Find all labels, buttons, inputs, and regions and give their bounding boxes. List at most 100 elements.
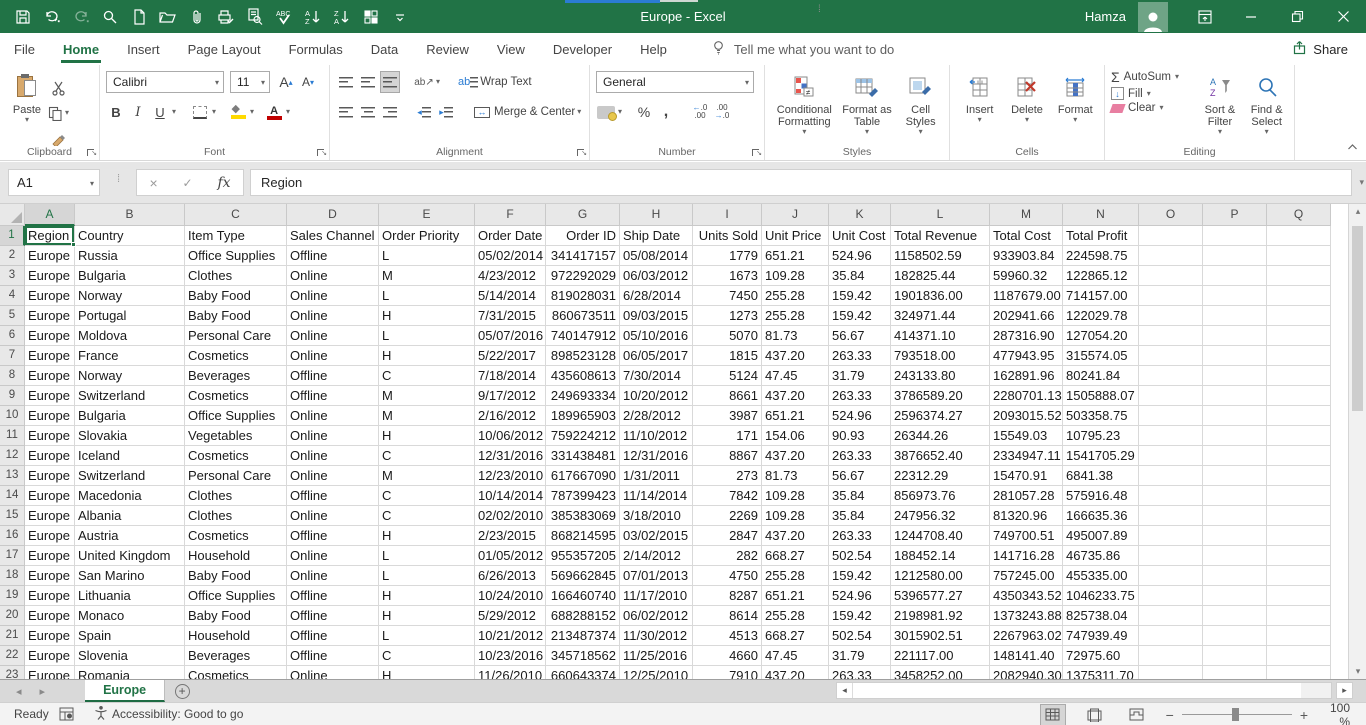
cell-P6[interactable] xyxy=(1203,326,1267,346)
cell-G14[interactable]: 787399423 xyxy=(546,486,620,506)
row-header-17[interactable]: 17 xyxy=(0,546,25,566)
cell-D22[interactable]: Offline xyxy=(287,646,379,666)
column-header-O[interactable]: O xyxy=(1139,204,1203,226)
wrap-text-icon[interactable]: ab xyxy=(458,71,478,93)
cell-H3[interactable]: 06/03/2012 xyxy=(620,266,693,286)
row-header-11[interactable]: 11 xyxy=(0,426,25,446)
cell-G9[interactable]: 249693334 xyxy=(546,386,620,406)
cell-Q10[interactable] xyxy=(1267,406,1331,426)
cell-B4[interactable]: Norway xyxy=(75,286,185,306)
cell-N8[interactable]: 80241.84 xyxy=(1063,366,1139,386)
cell-F15[interactable]: 02/02/2010 xyxy=(475,506,546,526)
cell-D20[interactable]: Offline xyxy=(287,606,379,626)
accessibility-status[interactable]: Accessibility: Good to go xyxy=(94,705,243,723)
top-align-button[interactable] xyxy=(336,71,356,93)
cell-P21[interactable] xyxy=(1203,626,1267,646)
number-format-select[interactable]: General▾ xyxy=(596,71,754,93)
cell-E11[interactable]: H xyxy=(379,426,475,446)
cell-Q19[interactable] xyxy=(1267,586,1331,606)
cell-D19[interactable]: Offline xyxy=(287,586,379,606)
cell-D10[interactable]: Online xyxy=(287,406,379,426)
search-icon[interactable] xyxy=(95,0,124,33)
comma-style-button[interactable]: , xyxy=(656,101,676,123)
cell-L16[interactable]: 1244708.40 xyxy=(891,526,990,546)
cell-B6[interactable]: Moldova xyxy=(75,326,185,346)
cell-E9[interactable]: M xyxy=(379,386,475,406)
cell-D2[interactable]: Offline xyxy=(287,246,379,266)
cell-P19[interactable] xyxy=(1203,586,1267,606)
font-color-caret[interactable]: ▾ xyxy=(286,108,290,116)
zoom-slider-thumb[interactable] xyxy=(1232,708,1239,721)
macro-record-icon[interactable] xyxy=(52,703,80,725)
middle-align-button[interactable] xyxy=(358,71,378,93)
row-header-15[interactable]: 15 xyxy=(0,506,25,526)
cell-I17[interactable]: 282 xyxy=(693,546,762,566)
cell-K16[interactable]: 263.33 xyxy=(829,526,891,546)
zoom-out-button[interactable]: − xyxy=(1166,707,1174,723)
cell-B16[interactable]: Austria xyxy=(75,526,185,546)
cell-A4[interactable]: Europe xyxy=(25,286,75,306)
row-header-16[interactable]: 16 xyxy=(0,526,25,546)
bold-button[interactable]: B xyxy=(106,101,126,123)
column-header-D[interactable]: D xyxy=(287,204,379,226)
cell-F23[interactable]: 11/26/2010 xyxy=(475,666,546,679)
tab-formulas[interactable]: Formulas xyxy=(275,33,357,65)
cell-P10[interactable] xyxy=(1203,406,1267,426)
cell-F1[interactable]: Order Date xyxy=(475,226,546,246)
cell-J16[interactable]: 437.20 xyxy=(762,526,829,546)
cell-K15[interactable]: 35.84 xyxy=(829,506,891,526)
cell-F12[interactable]: 12/31/2016 xyxy=(475,446,546,466)
row-header-23[interactable]: 23 xyxy=(0,666,25,679)
format-cells-button[interactable]: Format▾ xyxy=(1051,69,1099,124)
cell-J2[interactable]: 651.21 xyxy=(762,246,829,266)
wrap-text-label[interactable]: Wrap Text xyxy=(480,76,531,88)
cell-I3[interactable]: 1673 xyxy=(693,266,762,286)
cell-N10[interactable]: 503358.75 xyxy=(1063,406,1139,426)
cell-B23[interactable]: Romania xyxy=(75,666,185,679)
cell-O23[interactable] xyxy=(1139,666,1203,679)
cell-B1[interactable]: Country xyxy=(75,226,185,246)
cell-I18[interactable]: 4750 xyxy=(693,566,762,586)
percent-style-button[interactable]: % xyxy=(634,101,654,123)
cell-P1[interactable] xyxy=(1203,226,1267,246)
cell-styles-button[interactable]: Cell Styles▾ xyxy=(898,69,944,136)
cell-I21[interactable]: 4513 xyxy=(693,626,762,646)
cell-K13[interactable]: 56.67 xyxy=(829,466,891,486)
row-header-20[interactable]: 20 xyxy=(0,606,25,626)
cell-H12[interactable]: 12/31/2016 xyxy=(620,446,693,466)
tell-me-box[interactable]: Tell me what you want to do xyxy=(711,33,894,65)
cell-O4[interactable] xyxy=(1139,286,1203,306)
cell-P11[interactable] xyxy=(1203,426,1267,446)
cell-L15[interactable]: 247956.32 xyxy=(891,506,990,526)
next-sheet-icon[interactable]: ▸ xyxy=(40,685,46,698)
print-preview-icon[interactable] xyxy=(240,0,269,33)
copy-icon[interactable]: ▾ xyxy=(48,102,69,124)
scroll-up-icon[interactable]: ▴ xyxy=(1349,206,1366,217)
cell-P22[interactable] xyxy=(1203,646,1267,666)
horizontal-scroll-thumb[interactable] xyxy=(853,683,1301,698)
cell-L18[interactable]: 1212580.00 xyxy=(891,566,990,586)
cell-I8[interactable]: 5124 xyxy=(693,366,762,386)
cancel-icon[interactable]: × xyxy=(149,175,157,191)
cell-N1[interactable]: Total Profit xyxy=(1063,226,1139,246)
cell-C21[interactable]: Household xyxy=(185,626,287,646)
cell-P14[interactable] xyxy=(1203,486,1267,506)
cell-Q13[interactable] xyxy=(1267,466,1331,486)
cell-L6[interactable]: 414371.10 xyxy=(891,326,990,346)
cell-G21[interactable]: 213487374 xyxy=(546,626,620,646)
cell-G4[interactable]: 819028031 xyxy=(546,286,620,306)
cell-E1[interactable]: Order Priority xyxy=(379,226,475,246)
cell-E8[interactable]: C xyxy=(379,366,475,386)
cell-Q11[interactable] xyxy=(1267,426,1331,446)
cell-Q5[interactable] xyxy=(1267,306,1331,326)
insert-cells-button[interactable]: Insert▾ xyxy=(957,69,1003,124)
cell-D4[interactable]: Online xyxy=(287,286,379,306)
cell-C16[interactable]: Cosmetics xyxy=(185,526,287,546)
new-file-icon[interactable] xyxy=(124,0,153,33)
cell-C8[interactable]: Beverages xyxy=(185,366,287,386)
decrease-font-size-button[interactable]: A▾ xyxy=(298,71,318,93)
column-header-A[interactable]: A xyxy=(25,204,75,226)
cell-B8[interactable]: Norway xyxy=(75,366,185,386)
cell-B19[interactable]: Lithuania xyxy=(75,586,185,606)
cell-A17[interactable]: Europe xyxy=(25,546,75,566)
